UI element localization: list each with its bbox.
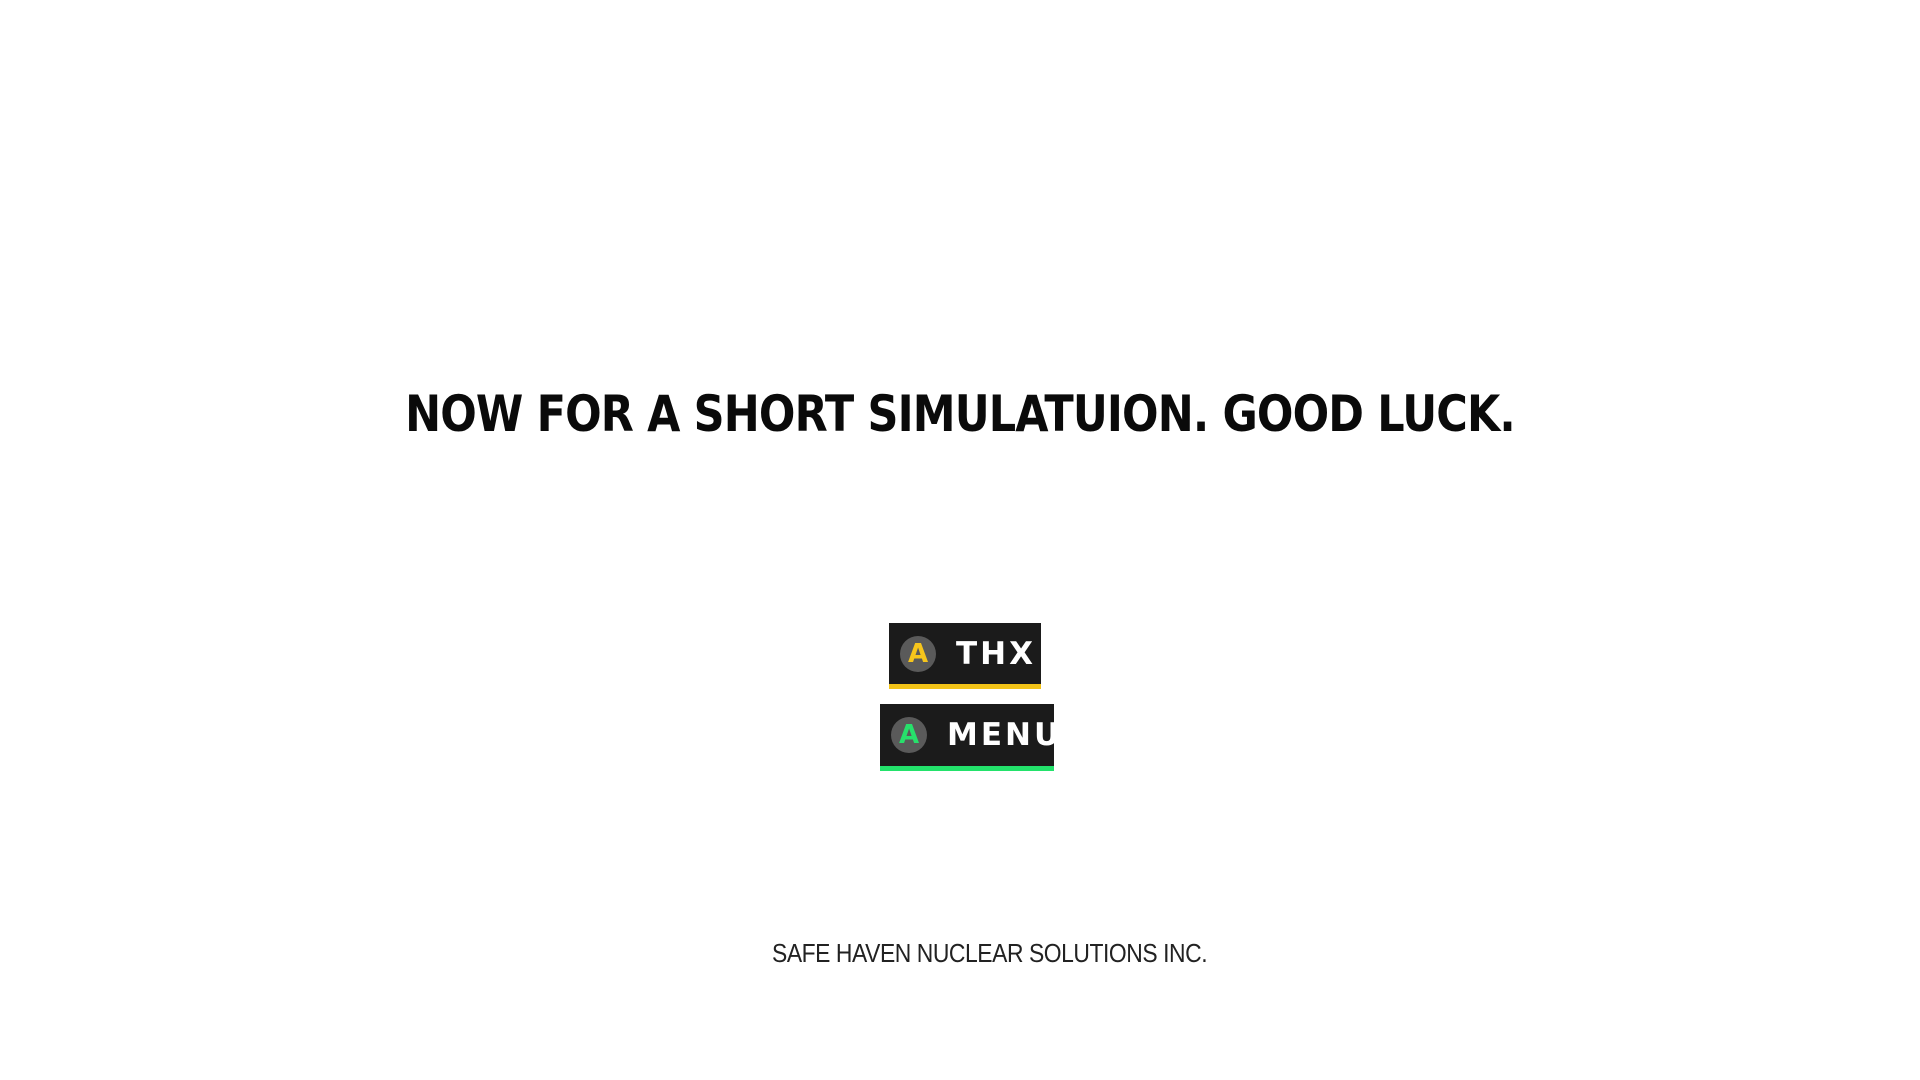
a-key-icon: A	[900, 635, 936, 672]
thx-button-label: THX	[956, 635, 1036, 672]
a-key-icon: A	[891, 717, 927, 753]
menu-button[interactable]: A MENU	[880, 704, 1059, 771]
menu-button-label: MENU	[947, 717, 1063, 753]
headline-message: NOW FOR A SHORT SIMULATUION. GOOD LUCK.	[405, 385, 1516, 443]
thx-button[interactable]: A THX	[889, 623, 1041, 689]
company-name: SAFE HAVEN NUCLEAR SOLUTIONS INC.	[772, 937, 1208, 968]
game-screen: NOW FOR A SHORT SIMULATUION. GOOD LUCK. …	[0, 0, 1920, 1080]
footer: SAFE HAVEN NUCLEAR SOLUTIONS INC.	[0, 937, 1920, 969]
